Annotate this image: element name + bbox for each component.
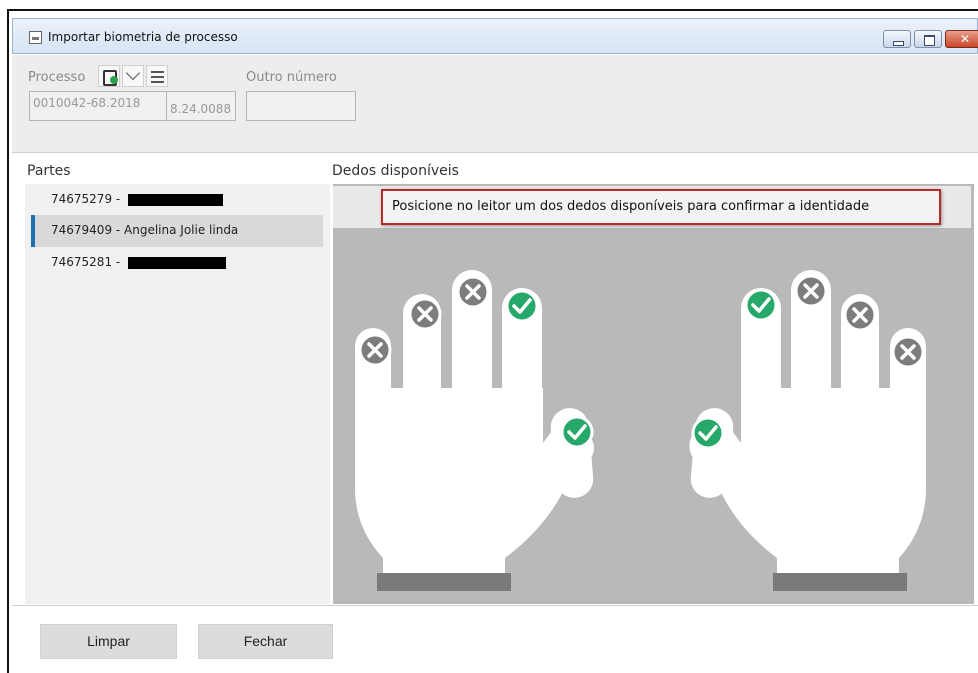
hands-illustration	[355, 270, 926, 591]
list-item[interactable]: 74679409 - Angelina Jolie linda	[31, 215, 323, 247]
right-index-status-icon	[744, 288, 778, 322]
right-ring-status-icon	[843, 298, 877, 332]
parts-heading: Partes	[27, 163, 71, 179]
instruction-text: Posicione no leitor um dos dedos disponí…	[381, 189, 941, 225]
menu-icon[interactable]	[146, 65, 168, 87]
close-button[interactable]: Fechar	[198, 624, 333, 659]
processo-number-field[interactable]: 0010042-68.2018	[29, 91, 167, 121]
outro-numero-field[interactable]	[246, 91, 356, 121]
left-wrist-band	[377, 573, 511, 591]
clear-button[interactable]: Limpar	[40, 624, 177, 659]
minimize-button[interactable]	[883, 30, 911, 48]
left-hand	[355, 270, 594, 591]
parts-list: 74675279 - 74679409 - Angelina Jolie lin…	[25, 184, 330, 604]
new-document-icon[interactable]	[98, 65, 120, 87]
right-wrist-band	[773, 573, 907, 591]
redacted-name	[128, 256, 227, 269]
processo-label: Processo	[28, 70, 86, 85]
left-ring-status-icon	[408, 297, 442, 331]
processo-suffix-field[interactable]: 8.24.0088	[166, 91, 236, 121]
chevron-down-icon[interactable]	[122, 65, 144, 87]
right-middle-status-icon	[794, 274, 828, 308]
right-little-status-icon	[891, 335, 925, 369]
redacted-name	[128, 193, 224, 206]
list-item[interactable]: 74675279 -	[31, 184, 323, 216]
right-hand	[689, 270, 926, 591]
left-index-status-icon	[505, 289, 539, 323]
outro-numero-label: Outro número	[246, 70, 337, 85]
maximize-button[interactable]	[914, 30, 942, 48]
window-title: Importar biometria de processo	[48, 30, 238, 44]
right-thumb-status-icon	[691, 416, 725, 450]
fingers-heading: Dedos disponíveis	[332, 163, 459, 179]
close-icon: ✕	[959, 32, 971, 46]
list-item[interactable]: 74675281 -	[31, 247, 323, 279]
part-id: 74675279 -	[51, 192, 121, 206]
left-little-status-icon	[358, 333, 392, 367]
left-thumb-status-icon	[560, 415, 594, 449]
divider	[12, 152, 978, 153]
left-middle-status-icon	[456, 275, 490, 309]
process-form: Processo Outro número 0010042-68.2018 8.…	[12, 55, 978, 153]
close-window-button[interactable]: ✕	[945, 30, 978, 48]
part-id: 74675281 -	[51, 255, 121, 269]
part-id: 74679409 - Angelina Jolie linda	[51, 223, 239, 237]
app-icon	[29, 31, 42, 44]
title-bar: Importar biometria de processo ✕	[12, 18, 978, 54]
